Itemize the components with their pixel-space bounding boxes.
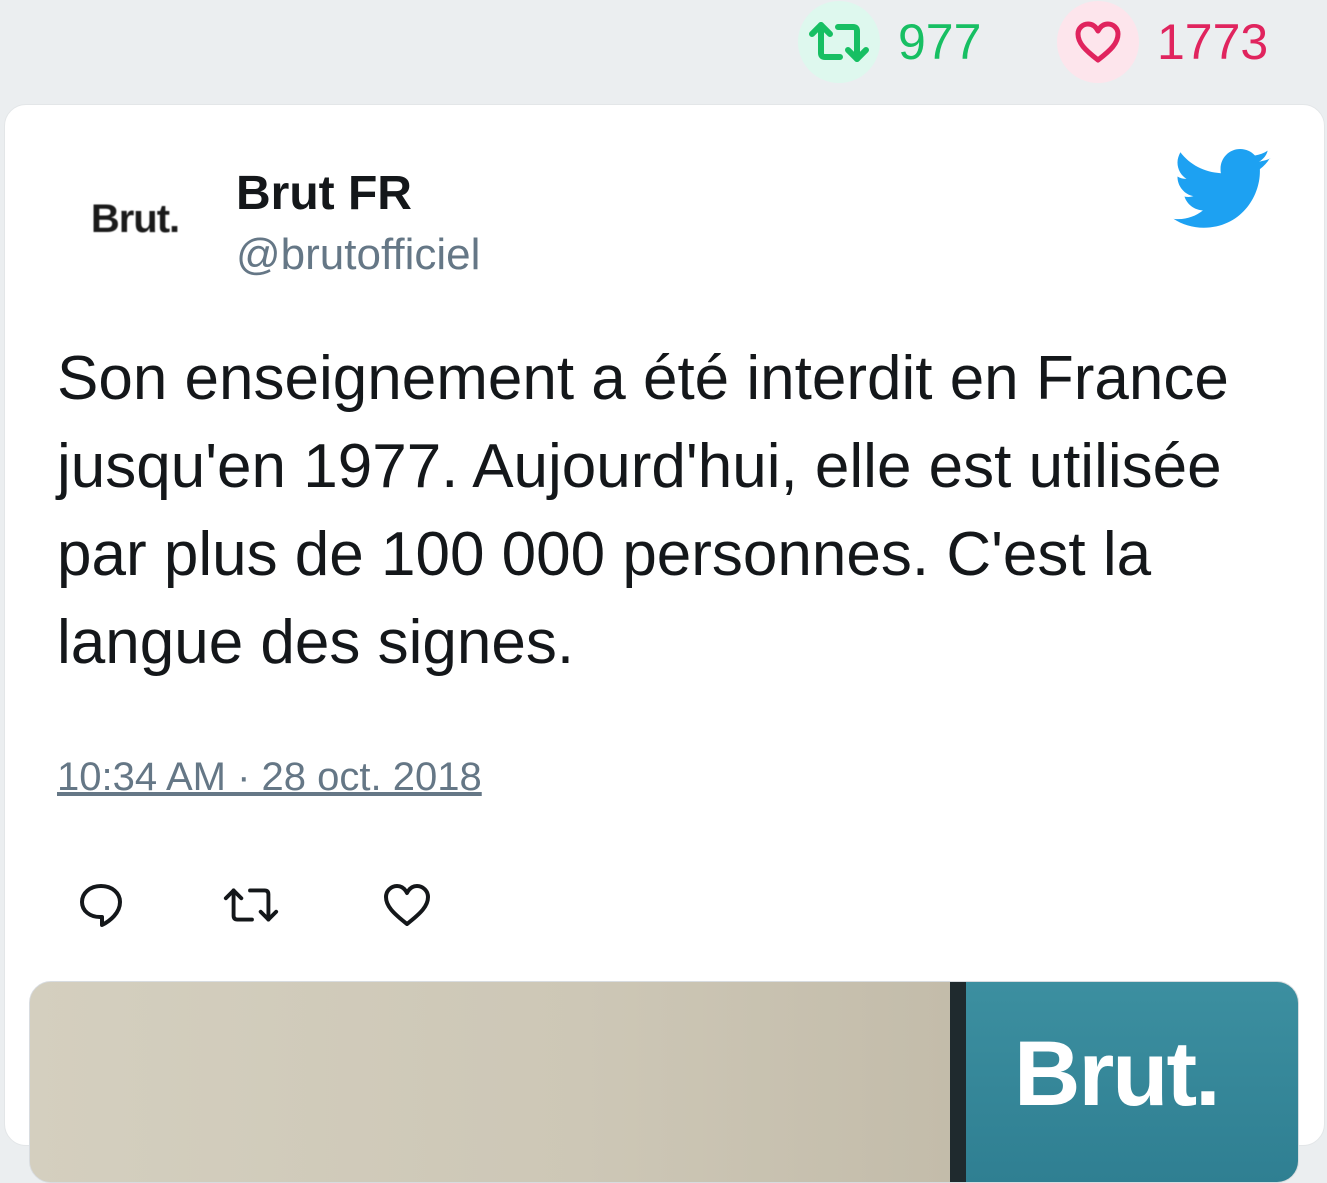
tweet-timestamp[interactable]: 10:34 AM · 28 oct. 2018 [57,755,482,800]
retweet-stat[interactable]: 977 [798,1,982,83]
engagement-stats-bar: 977 1773 [0,0,1327,100]
media-background [30,982,952,1182]
author-name[interactable]: Brut FR [236,165,412,223]
heart-icon[interactable] [1057,1,1139,83]
tweet-text: Son enseignement a été interdit en Franc… [57,344,1229,677]
media-logo-panel: Brut. [966,982,1298,1182]
author-handle[interactable]: @brutofficiel [236,229,480,282]
tweet-card: Brut. Brut FR @brutofficiel Son enseigne… [4,104,1325,1183]
retweet-button[interactable] [221,875,281,935]
like-count: 1773 [1157,14,1269,70]
reply-icon [80,884,122,927]
heart-icon [384,884,430,926]
reply-button[interactable] [71,875,131,935]
like-button[interactable] [377,875,437,935]
retweet-count: 977 [898,14,982,70]
like-stat[interactable]: 1773 [1057,1,1269,83]
retweet-icon [223,888,279,922]
tweet-media-image[interactable]: Brut. [29,981,1299,1183]
avatar-logo: Brut. [90,196,180,241]
retweet-icon[interactable] [798,1,880,83]
media-logo: Brut. [1014,1023,1221,1125]
twitter-bird-icon[interactable] [1173,149,1273,231]
avatar[interactable]: Brut. [55,155,215,283]
media-divider [950,982,966,1182]
